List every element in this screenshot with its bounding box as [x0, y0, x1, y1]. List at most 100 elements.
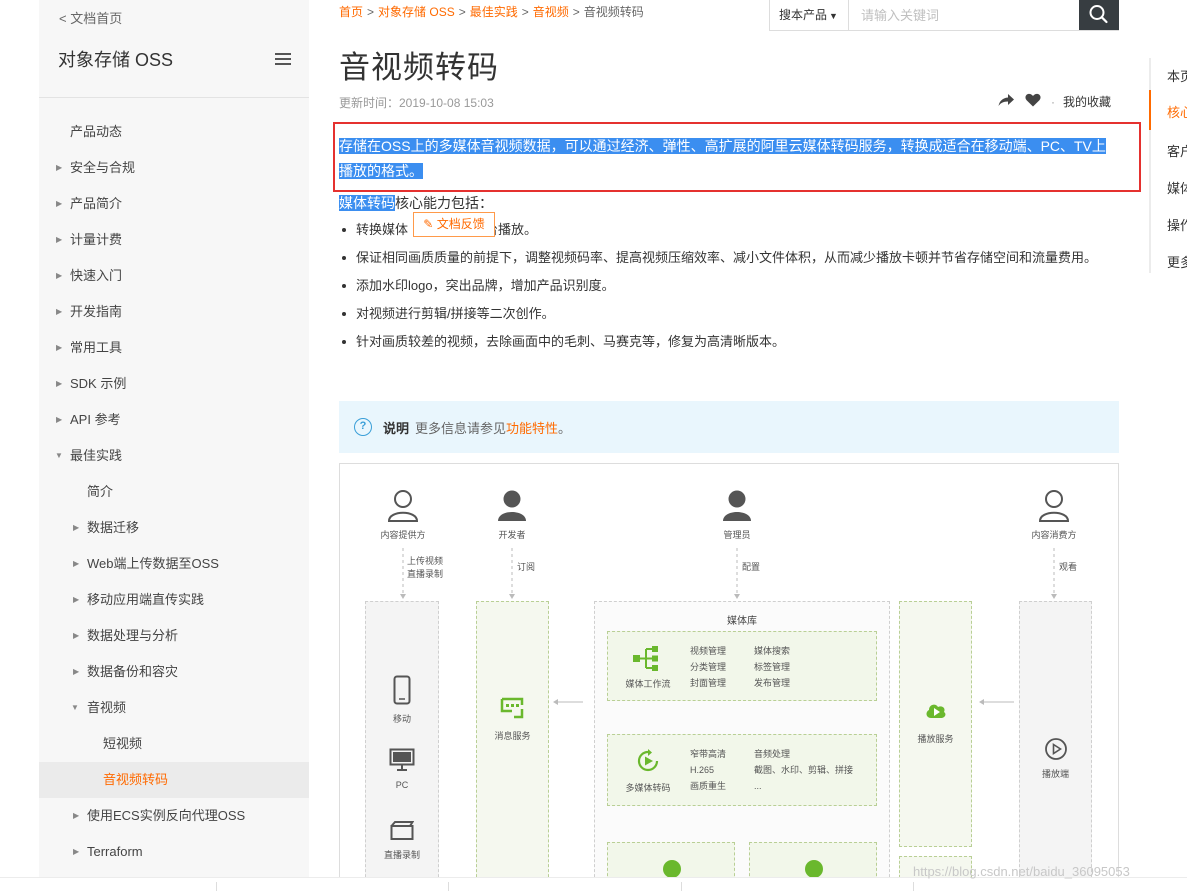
intro-line-2: 播放的格式。	[339, 163, 423, 179]
sidebar-item[interactable]: ▶ 安全与合规	[39, 150, 309, 186]
service-icon	[663, 860, 681, 878]
chevron-right-icon[interactable]: ▶	[73, 798, 79, 834]
sidebar-item[interactable]: ▶ 移动应用端直传实践	[39, 582, 309, 618]
transcode-features-left: 窄带高清 H.265 画质重生	[690, 746, 726, 794]
chevron-right-icon[interactable]: ▶	[56, 294, 62, 330]
action-label: 直播录制	[407, 569, 444, 579]
feature-item: 视频管理	[690, 646, 727, 656]
toc-item[interactable]: 客户案例	[1167, 141, 1187, 160]
action-label: 上传视频	[407, 556, 444, 566]
feature-item: 音频处理	[754, 749, 791, 759]
sidebar: < 文档首页 对象存储 OSS 产品动态 ▶ 安全与合规 ▶ 产品简介 ▶ 计量计费 ▶ 快速入…	[39, 0, 309, 891]
breadcrumb-link-av[interactable]: 音视频	[533, 5, 569, 19]
toc-item[interactable]: 操作步骤	[1167, 215, 1187, 234]
breadcrumb-link-best-practice[interactable]: 最佳实践	[470, 5, 518, 19]
divider	[681, 882, 682, 891]
sidebar-divider	[39, 97, 309, 98]
toc-item[interactable]: 更多信息	[1167, 252, 1187, 271]
workflow-label: 媒体工作流	[625, 679, 671, 689]
feature-item: 封面管理	[690, 678, 727, 688]
sidebar-item[interactable]: ▶ 数据处理与分析	[39, 618, 309, 654]
hamburger-menu-icon[interactable]	[275, 53, 291, 65]
capabilities-heading: 媒体转码核心能力包括：	[339, 193, 493, 213]
chevron-right-icon[interactable]: ▶	[73, 546, 79, 582]
my-favorites-link[interactable]: 我的收藏	[1063, 93, 1111, 110]
chevron-down-icon[interactable]: ▼	[71, 690, 79, 726]
search-scope-dropdown[interactable]: 搜本产品 ▼	[770, 0, 849, 30]
message-icon	[500, 697, 524, 719]
chevron-right-icon[interactable]: ▶	[56, 222, 62, 258]
breadcrumb-separator: >	[458, 5, 466, 19]
sidebar-item[interactable]: ▼ 最佳实践	[39, 438, 309, 474]
breadcrumb-link-oss[interactable]: 对象存储 OSS	[378, 5, 455, 19]
search-button[interactable]	[1079, 0, 1119, 30]
device-label: 移动	[392, 714, 411, 724]
play-service-box: 播放服务	[899, 601, 972, 847]
play-service-label: 播放服务	[917, 734, 954, 744]
sidebar-item[interactable]: ▶ 常用工具	[39, 330, 309, 366]
sidebar-item[interactable]: ▼ 音视频	[39, 690, 309, 726]
chevron-right-icon[interactable]: ▶	[73, 618, 79, 654]
note-link[interactable]: 功能特性	[506, 418, 558, 437]
chevron-right-icon[interactable]: ▶	[56, 330, 62, 366]
sidebar-item[interactable]: ▶ 计量计费	[39, 222, 309, 258]
player-label: 播放端	[1041, 769, 1069, 779]
live-record-icon	[390, 821, 414, 840]
feature-item: 画质重生	[690, 781, 727, 791]
toc-item[interactable]: 媒体处理	[1167, 178, 1187, 197]
toc-item-active[interactable]: 核心能力	[1167, 102, 1187, 121]
intro-paragraph: 存储在OSS上的多媒体音视频数据，可以通过经济、弹性、高扩展的阿里云媒体转码服务…	[339, 134, 1119, 184]
sidebar-item[interactable]: ▶ Web端上传数据至OSS	[39, 546, 309, 582]
capabilities-list: 转换媒体 平台播放。 保证相同画质质量的前提下，调整视频码率、提高视频压缩效率、减…	[341, 219, 1121, 359]
device-label: PC	[395, 780, 409, 790]
chevron-right-icon[interactable]: ▶	[73, 834, 79, 870]
transcode-label: 多媒体转码	[625, 783, 671, 793]
chevron-right-icon[interactable]: ▶	[56, 402, 62, 438]
sidebar-item[interactable]: 简介	[39, 474, 309, 510]
chevron-right-icon[interactable]: ▶	[73, 582, 79, 618]
chevron-right-icon[interactable]: ▶	[73, 510, 79, 546]
search-input[interactable]	[849, 0, 1079, 30]
sidebar-item-label: SDK 示例	[70, 376, 127, 391]
sidebar-item[interactable]: ▶ 产品简介	[39, 186, 309, 222]
divider	[448, 882, 449, 891]
feature-item: 截图、水印、剪辑、拼接	[754, 765, 854, 775]
sidebar-item[interactable]: ▶ 数据迁移	[39, 510, 309, 546]
share-icon[interactable]	[998, 93, 1015, 110]
sidebar-item[interactable]: ▶ Terraform	[39, 834, 309, 870]
sidebar-item[interactable]: 产品动态	[39, 114, 309, 150]
sidebar-item-label: 产品动态	[70, 124, 123, 139]
sidebar-item-label: 数据迁移	[87, 520, 140, 535]
feature-item: 发布管理	[754, 678, 791, 688]
breadcrumb-link-home[interactable]: 首页	[339, 5, 363, 19]
chevron-down-icon[interactable]: ▼	[55, 438, 63, 474]
separator-dot: ·	[1051, 94, 1055, 109]
sidebar-item[interactable]: 短视频	[39, 726, 309, 762]
sidebar-item-label: 移动应用端直传实践	[87, 592, 205, 607]
sidebar-item-label: 计量计费	[70, 232, 123, 247]
chevron-right-icon[interactable]: ▶	[56, 150, 62, 186]
breadcrumb-separator: >	[367, 5, 375, 19]
chevron-right-icon[interactable]: ▶	[56, 186, 62, 222]
sidebar-item[interactable]: ▶ 数据备份和容灾	[39, 654, 309, 690]
sidebar-item[interactable]: ▶ SDK 示例	[39, 366, 309, 402]
sidebar-item[interactable]: ▶ 使用ECS实例反向代理OSS	[39, 798, 309, 834]
heart-icon[interactable]	[1025, 93, 1041, 110]
sidebar-item[interactable]: ▶ 快速入门	[39, 258, 309, 294]
chevron-right-icon[interactable]: ▶	[56, 366, 62, 402]
sidebar-item[interactable]: ▶ API 参考	[39, 402, 309, 438]
product-title: 对象存储 OSS	[58, 50, 174, 70]
toc-item[interactable]: 本页目录	[1167, 66, 1187, 85]
service-icon	[805, 860, 823, 878]
intro-line-1: 存储在OSS上的多媒体音视频数据，可以通过经济、弹性、高扩展的阿里云媒体转码服务…	[339, 138, 1106, 154]
doc-feedback-button[interactable]: ✎ 文档反馈	[413, 212, 495, 237]
back-to-docs-link[interactable]: < 文档首页	[59, 8, 122, 27]
sidebar-item-label: API 参考	[70, 412, 121, 427]
note-text: 更多信息请参见	[415, 420, 507, 436]
chevron-right-icon[interactable]: ▶	[56, 258, 62, 294]
page-title: 音视频转码	[339, 50, 499, 85]
sidebar-item-active[interactable]: 音视频转码	[39, 762, 309, 798]
chevron-right-icon[interactable]: ▶	[73, 654, 79, 690]
sidebar-item[interactable]: ▶ 开发指南	[39, 294, 309, 330]
transcode-features-right: 音频处理 截图、水印、剪辑、拼接 ...	[754, 746, 853, 794]
